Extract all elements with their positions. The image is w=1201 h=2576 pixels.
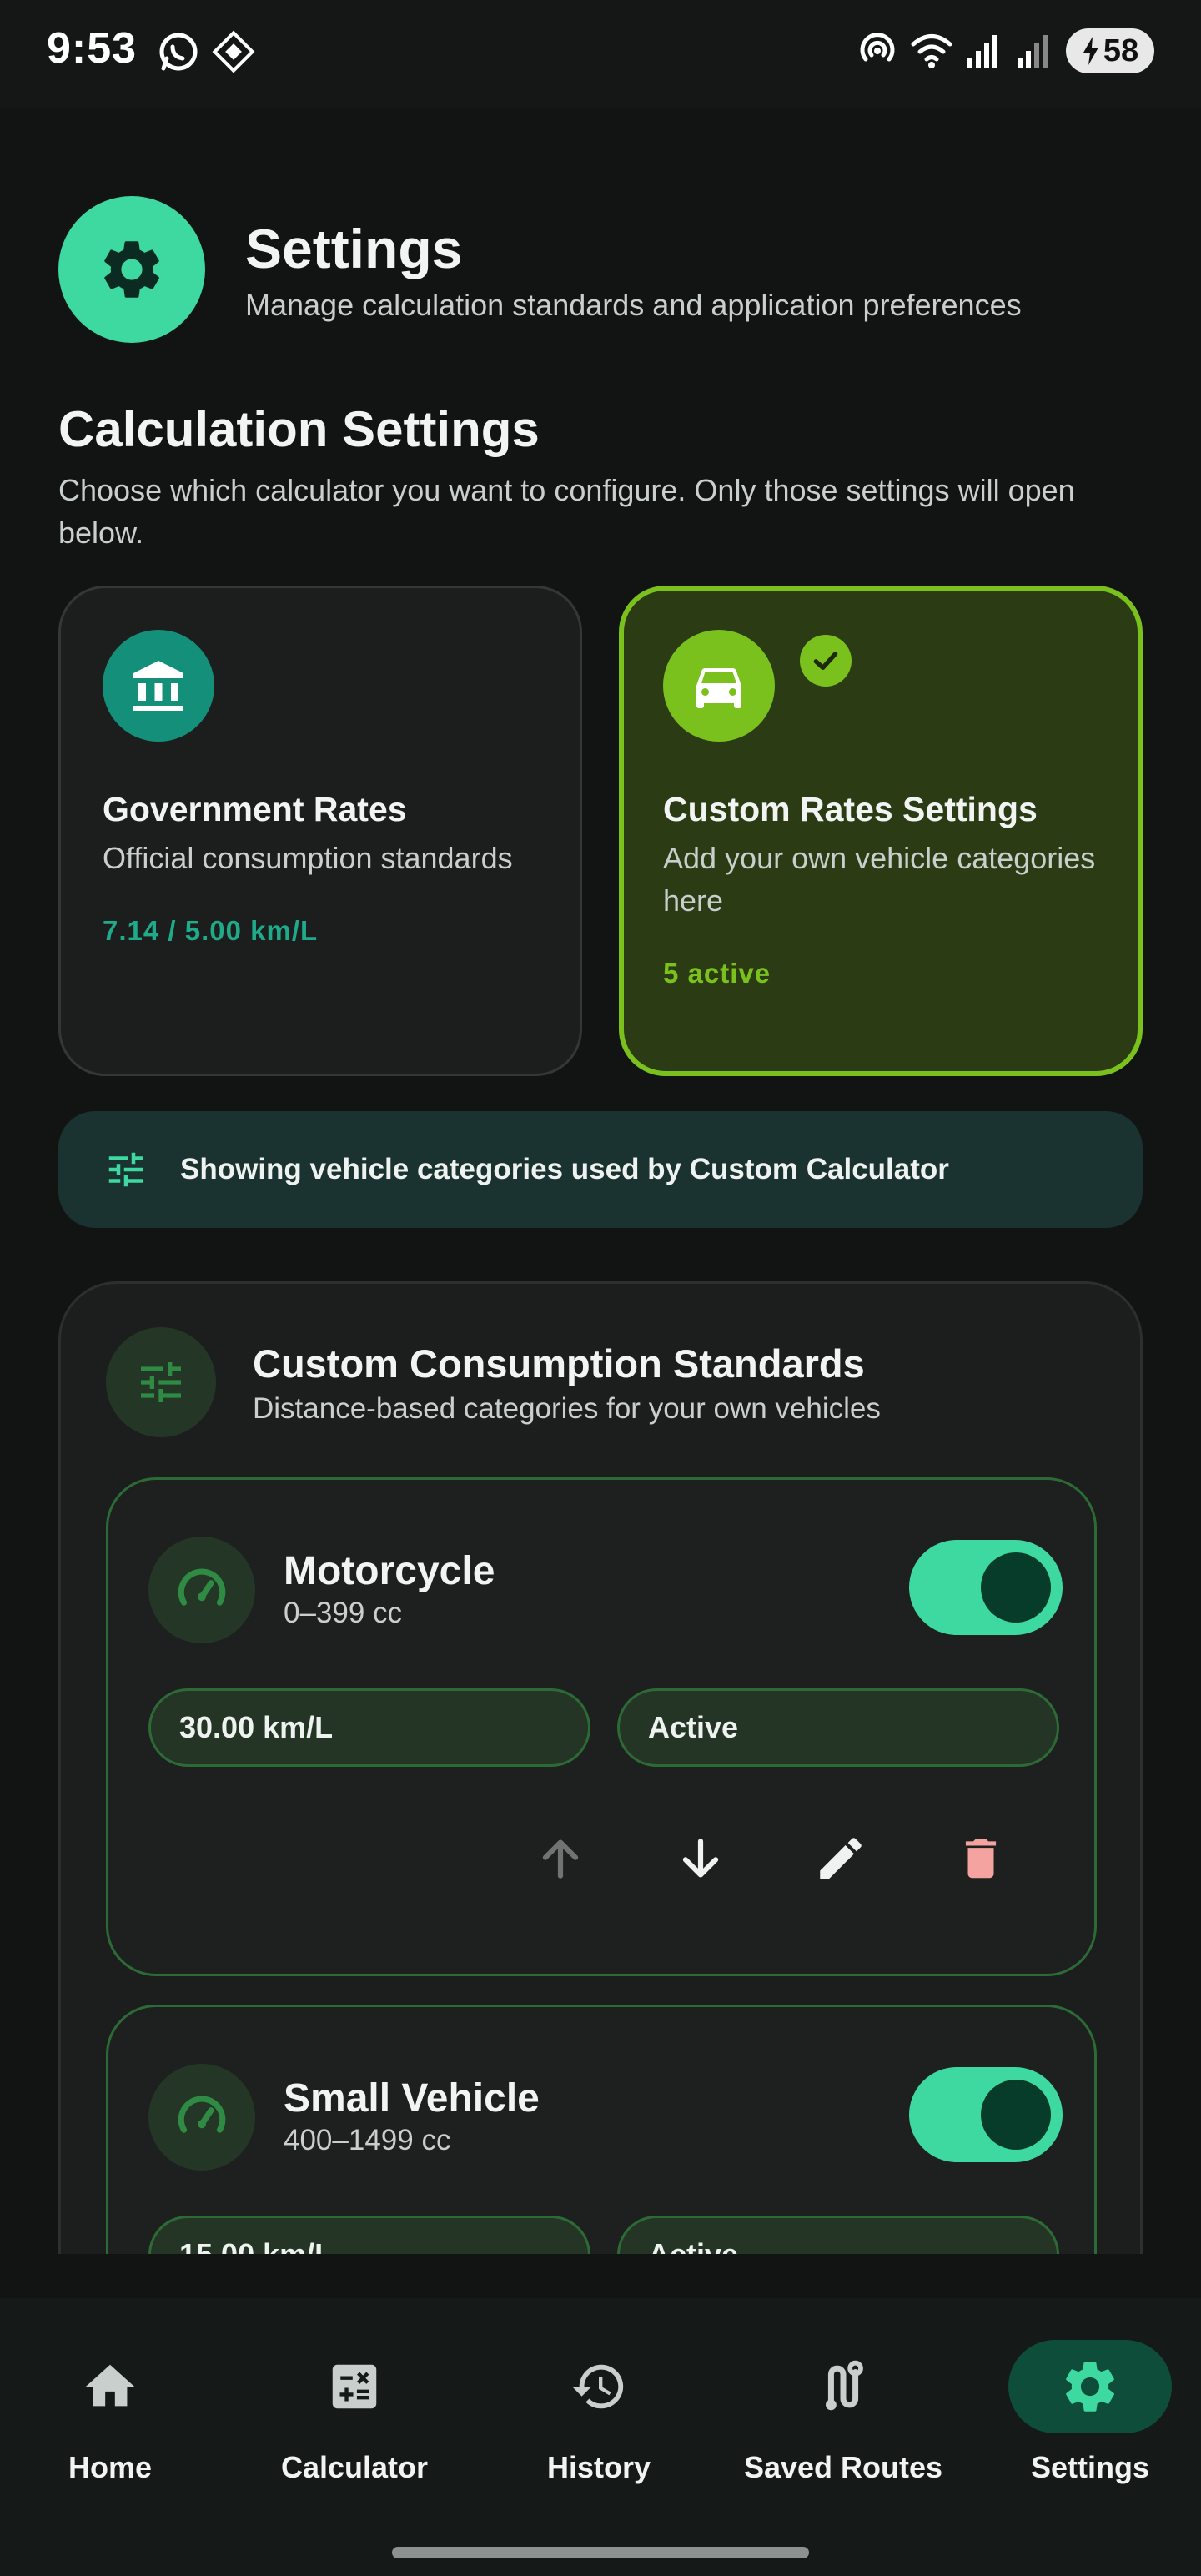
signal-icon-2 [1018, 35, 1048, 68]
section-title: Calculation Settings [58, 401, 540, 457]
nav-icon-container [273, 2340, 436, 2433]
nav-icon-container [28, 2340, 192, 2433]
nav-label: Calculator [280, 2450, 429, 2484]
arrow-up-icon [542, 1839, 579, 1879]
charging-icon [1083, 37, 1098, 65]
nav-settings[interactable]: Settings [982, 2340, 1198, 2507]
calculator-icon [332, 2364, 377, 2409]
battery-indicator: 58 [1066, 28, 1154, 73]
check-icon [813, 652, 838, 670]
vehicle-name: Motorcycle [284, 1549, 495, 1593]
header-gear-icon [58, 196, 205, 343]
selected-check-badge [800, 635, 852, 687]
custom-rates-card[interactable]: Custom Rates Settings Add your own vehic… [619, 586, 1143, 1076]
battery-level: 58 [1103, 33, 1139, 68]
trash-icon [965, 1839, 997, 1879]
section-description: Choose which calculator you want to conf… [58, 473, 1075, 550]
custom-standards-panel: Custom Consumption Standards Distance-ba… [58, 1281, 1143, 2254]
panel-icon-badge [106, 1327, 216, 1437]
bank-icon-badge [103, 630, 214, 742]
toggle-knob [981, 2080, 1051, 2150]
vehicle-enabled-toggle[interactable] [909, 2067, 1063, 2162]
signal-icon [967, 35, 997, 68]
rate-chip: 30.00 km/L [148, 1688, 590, 1767]
vehicle-icon-badge [148, 1537, 255, 1643]
delete-button[interactable] [952, 1830, 1009, 1887]
info-banner: Showing vehicle categories used by Custo… [58, 1111, 1143, 1228]
nav-icon-container [761, 2340, 925, 2433]
gear-icon [104, 241, 159, 298]
page-subtitle: Manage calculation standards and applica… [245, 288, 1022, 322]
nav-icon-container-active [1008, 2340, 1172, 2433]
card-subtitle: Add your own vehicle categories here [663, 841, 1096, 918]
card-stat: 5 active [663, 958, 771, 989]
status-system-icons: 58 [857, 28, 1154, 73]
nav-label: Home [68, 2450, 153, 2484]
government-rates-card[interactable]: Government Rates Official consumption st… [58, 586, 582, 1076]
nav-home[interactable]: Home [2, 2340, 219, 2507]
hotspot-icon [860, 33, 895, 62]
tune-icon [141, 1362, 181, 1402]
move-up-button[interactable] [532, 1830, 589, 1887]
gear-icon [1066, 2362, 1114, 2412]
nav-history[interactable]: History [490, 2340, 707, 2507]
vehicle-card-small-vehicle: Small Vehicle 400–1499 cc 15.00 km/L Act… [106, 2005, 1097, 2254]
speedometer-icon [178, 2096, 226, 2133]
move-down-button[interactable] [672, 1830, 729, 1887]
page-title: Settings [245, 218, 463, 279]
nav-label: History [546, 2450, 651, 2484]
bottom-navigation: Home Calculator History Saved Routes Set… [0, 2298, 1201, 2576]
card-stat: 7.14 / 5.00 km/L [103, 915, 319, 946]
panel-subtitle: Distance-based categories for your own v… [253, 1392, 881, 1425]
app-icon [212, 30, 255, 73]
nav-icon-container [517, 2340, 681, 2433]
history-icon [571, 2364, 624, 2409]
settings-content[interactable]: Settings Manage calculation standards an… [0, 158, 1201, 2254]
status-notification-icons [157, 30, 255, 73]
status-chip: Active [617, 2216, 1059, 2254]
whatsapp-icon [159, 33, 198, 71]
route-icon [826, 2360, 863, 2411]
wifi-icon [911, 34, 952, 68]
bank-icon [133, 661, 183, 711]
tune-icon [108, 1152, 143, 1187]
nav-label: Saved Routes [743, 2450, 943, 2484]
panel-title: Custom Consumption Standards [253, 1341, 865, 1386]
vehicle-name: Small Vehicle [284, 2076, 540, 2121]
vehicle-card-motorcycle: Motorcycle 0–399 cc 30.00 km/L Active [106, 1477, 1097, 1976]
info-banner-text: Showing vehicle categories used by Custo… [180, 1153, 949, 1185]
home-indicator[interactable] [392, 2547, 809, 2558]
card-subtitle: Official consumption standards [103, 841, 513, 875]
vehicle-actions [532, 1830, 1009, 1887]
speedometer-icon [178, 1568, 226, 1606]
home-icon [85, 2364, 135, 2407]
status-time: 9:53 [47, 24, 138, 73]
card-title: Custom Rates Settings [663, 790, 1038, 828]
vehicle-range: 0–399 cc [284, 1597, 403, 1629]
vehicle-icon-badge [148, 2064, 255, 2171]
nav-label: Settings [1030, 2450, 1149, 2484]
toggle-knob [981, 1552, 1051, 1623]
status-chip: Active [617, 1688, 1059, 1767]
car-icon [696, 668, 741, 708]
vehicle-enabled-toggle[interactable] [909, 1540, 1063, 1635]
card-title: Government Rates [103, 790, 407, 828]
status-bar: 9:53 58 [0, 0, 1201, 108]
car-icon-badge [663, 630, 775, 742]
pencil-icon [820, 1838, 862, 1879]
vehicle-range: 400–1499 cc [284, 2124, 451, 2156]
arrow-down-icon [682, 1839, 719, 1878]
nav-saved-routes[interactable]: Saved Routes [735, 2340, 952, 2507]
rate-chip: 15.00 km/L [148, 2216, 590, 2254]
nav-calculator[interactable]: Calculator [246, 2340, 463, 2507]
edit-button[interactable] [812, 1830, 869, 1887]
